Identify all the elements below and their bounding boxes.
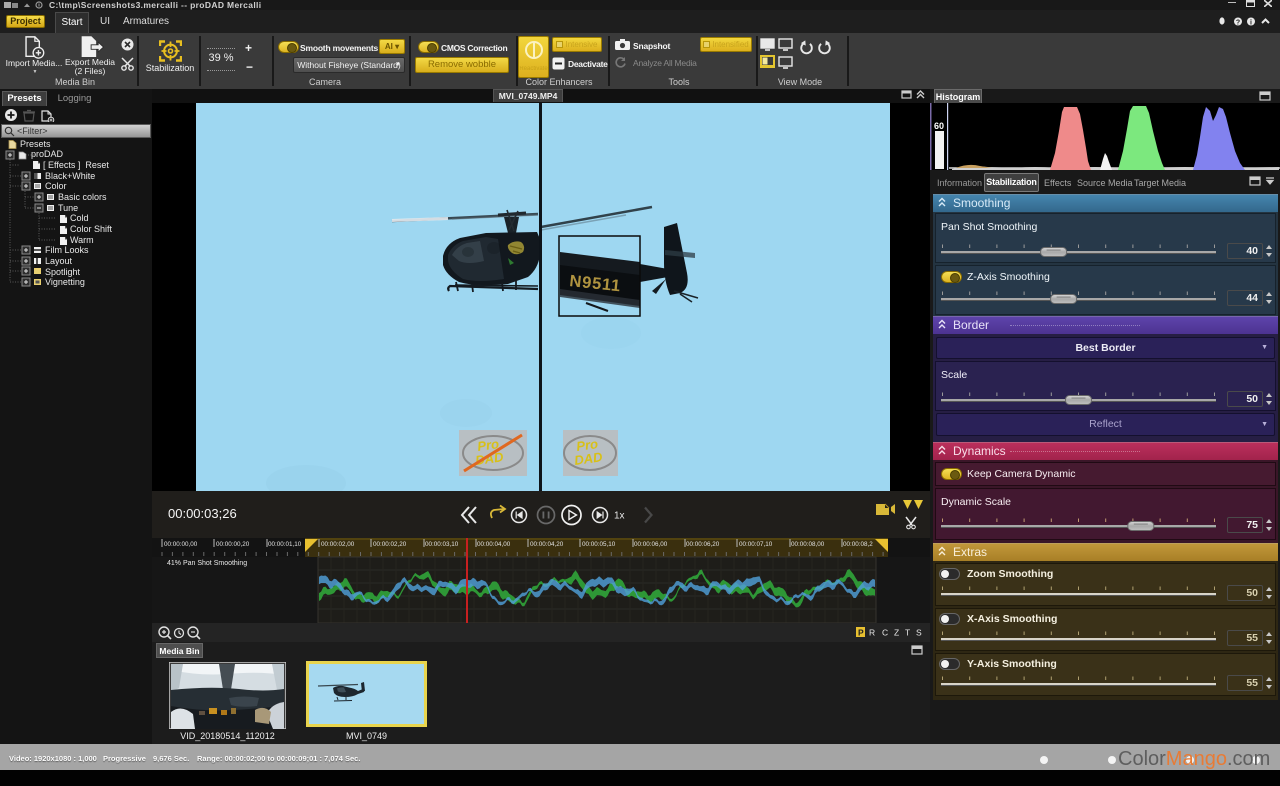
svg-text:00:00:01,10: 00:00:01,10 xyxy=(268,541,302,548)
svg-text:00:00:03,10: 00:00:03,10 xyxy=(425,541,459,548)
svg-text:P: P xyxy=(858,628,864,638)
svg-text:00:00:07,10: 00:00:07,10 xyxy=(739,541,773,548)
svg-text:00:00:08,2: 00:00:08,2 xyxy=(843,541,873,548)
svg-text:00:00:04,00: 00:00:04,00 xyxy=(477,541,511,548)
svg-text:Z: Z xyxy=(894,628,899,638)
svg-text:00:00:08,00: 00:00:08,00 xyxy=(791,541,825,548)
svg-text:R: R xyxy=(869,628,875,638)
svg-text:00:00:05,10: 00:00:05,10 xyxy=(582,541,616,548)
svg-text:i: i xyxy=(1250,20,1252,27)
svg-text:00:00:02,20: 00:00:02,20 xyxy=(373,541,407,548)
svg-text:1x: 1x xyxy=(614,511,625,522)
svg-text:41% Pan Shot Smoothing: 41% Pan Shot Smoothing xyxy=(167,560,247,567)
svg-text:00:00:00,20: 00:00:00,20 xyxy=(216,541,250,548)
svg-text:00:00:00,00: 00:00:00,00 xyxy=(164,541,198,548)
svg-text:60: 60 xyxy=(934,121,944,131)
svg-text:C: C xyxy=(882,628,888,638)
svg-text:?: ? xyxy=(1236,20,1240,27)
svg-text:00:00:06,20: 00:00:06,20 xyxy=(686,541,720,548)
svg-text:T: T xyxy=(905,628,910,638)
svg-text:00:00:02,00: 00:00:02,00 xyxy=(321,541,355,548)
svg-text:00:00:04,20: 00:00:04,20 xyxy=(530,541,564,548)
svg-text:S: S xyxy=(916,628,922,638)
svg-text:00:00:06,00: 00:00:06,00 xyxy=(634,541,668,548)
